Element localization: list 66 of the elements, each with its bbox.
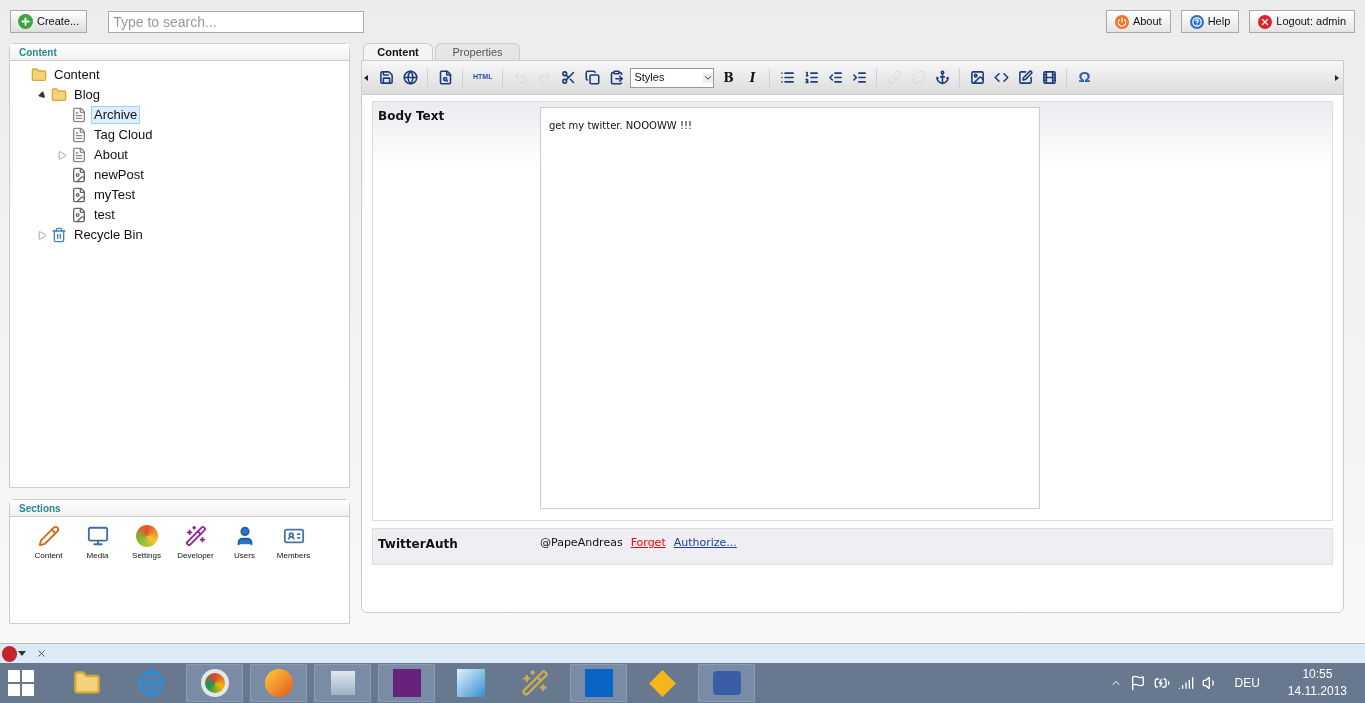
caret-icon bbox=[703, 72, 714, 83]
section-button[interactable]: Settings bbox=[122, 525, 171, 562]
media-document-icon bbox=[71, 167, 87, 183]
media-document-icon bbox=[71, 207, 87, 223]
recycle-bin-icon bbox=[51, 227, 67, 243]
tree-item[interactable]: Blog bbox=[71, 86, 104, 104]
auth-link[interactable]: Authorize... bbox=[673, 535, 737, 564]
section-button[interactable]: Users bbox=[220, 525, 269, 562]
plus-icon bbox=[18, 14, 33, 29]
close-icon[interactable] bbox=[36, 648, 47, 659]
scroll-left-icon[interactable] bbox=[364, 74, 368, 81]
signal-icon[interactable] bbox=[1178, 675, 1195, 691]
bold-button[interactable]: B bbox=[717, 66, 740, 89]
document-icon bbox=[71, 127, 87, 143]
section-button[interactable]: Members bbox=[269, 525, 318, 562]
editor-tab[interactable]: Content bbox=[363, 43, 433, 60]
battery-icon[interactable] bbox=[1154, 675, 1171, 691]
document-icon bbox=[71, 147, 87, 163]
tree-item[interactable]: test bbox=[91, 206, 118, 224]
taskbar-app[interactable] bbox=[698, 664, 755, 702]
scroll-right-icon[interactable] bbox=[1335, 74, 1339, 81]
section-button[interactable]: Media bbox=[73, 525, 122, 562]
folder-icon bbox=[51, 87, 67, 103]
taskbar-app[interactable] bbox=[314, 664, 371, 702]
about-button[interactable]: About bbox=[1105, 10, 1171, 33]
tree-item[interactable]: Archive bbox=[91, 106, 141, 124]
power-icon bbox=[1114, 14, 1129, 29]
taskbar-app[interactable] bbox=[186, 664, 243, 702]
tree-item[interactable]: newPost bbox=[91, 166, 147, 184]
folder-icon bbox=[72, 669, 101, 697]
windows-logo-icon[interactable] bbox=[8, 670, 34, 696]
rich-text-editor[interactable]: get my twitter. NOOOWW !!! bbox=[540, 107, 1040, 509]
help-icon bbox=[1189, 14, 1204, 29]
tree-item[interactable]: Recycle Bin bbox=[71, 226, 146, 244]
panel-title: Sections bbox=[19, 501, 61, 516]
body-text: get my twitter. NOOOWW !!! bbox=[549, 119, 693, 133]
property-label: Body Text bbox=[378, 108, 446, 125]
italic-button[interactable]: I bbox=[741, 66, 764, 89]
taskbar-app[interactable] bbox=[378, 664, 435, 702]
twitter-handle: @PapeAndreas bbox=[540, 535, 623, 551]
expanded-arrow-icon[interactable] bbox=[37, 90, 47, 100]
date-text: 14.11.2013 bbox=[1287, 683, 1347, 700]
time-text: 10:55 bbox=[1302, 666, 1333, 683]
flag-icon[interactable] bbox=[1130, 675, 1147, 691]
create-button[interactable]: Create... bbox=[10, 10, 88, 33]
special-character-button[interactable]: Ω bbox=[1073, 66, 1096, 89]
clock[interactable]: 10:55 14.11.2013 bbox=[1287, 666, 1347, 700]
tree-item[interactable]: myTest bbox=[91, 186, 139, 204]
magic-wand-icon bbox=[184, 525, 207, 547]
tree-item[interactable]: About bbox=[91, 146, 131, 164]
panel-title: Content bbox=[19, 45, 57, 60]
language-indicator[interactable]: DEU bbox=[1234, 674, 1260, 692]
folder-icon bbox=[31, 67, 47, 83]
logout-button[interactable]: Logout: admin bbox=[1249, 10, 1355, 33]
property-label: TwitterAuth bbox=[378, 536, 459, 553]
media-document-icon bbox=[71, 187, 87, 203]
help-button[interactable]: Help bbox=[1180, 10, 1240, 33]
close-icon bbox=[1258, 14, 1273, 29]
editor-tab[interactable]: Properties bbox=[435, 43, 520, 60]
search-field[interactable]: Type to search... bbox=[108, 10, 365, 33]
section-button[interactable]: Developer bbox=[171, 525, 220, 562]
document-icon bbox=[71, 107, 87, 123]
tree-item[interactable]: Content bbox=[51, 66, 103, 84]
tree-item[interactable]: Tag Cloud bbox=[91, 126, 156, 144]
section-button[interactable]: Content bbox=[24, 525, 73, 562]
styles-dropdown[interactable]: Styles bbox=[630, 67, 715, 88]
